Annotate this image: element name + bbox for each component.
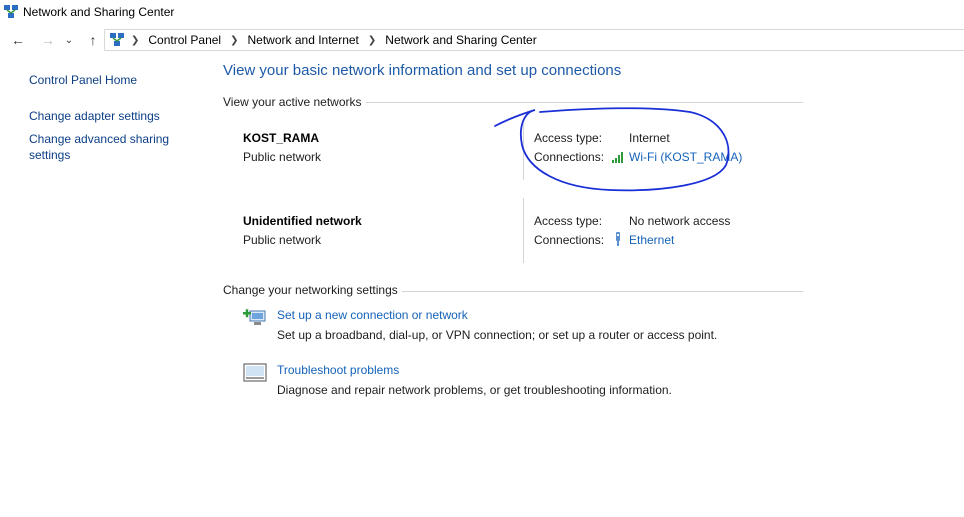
- chevron-down-icon: ⌄: [64, 34, 74, 46]
- access-type-label: Access type:: [534, 131, 603, 145]
- title-bar: Network and Sharing Center: [0, 0, 964, 26]
- breadcrumb: ❯ Control Panel ❯ Network and Internet ❯…: [131, 33, 537, 47]
- access-type-value: Internet: [629, 131, 670, 145]
- sidebar-control-panel-home[interactable]: Control Panel Home: [29, 72, 209, 88]
- breadcrumb-control-panel[interactable]: Control Panel: [148, 33, 221, 47]
- network-name: KOST_RAMA: [243, 131, 320, 145]
- up-button[interactable]: ↑: [83, 30, 103, 50]
- chevron-right-icon[interactable]: ❯: [131, 35, 139, 46]
- address-bar: ← → ⌄ ↑ ❯ Control Panel ❯ Network and In…: [0, 27, 964, 53]
- page-title: View your basic network information and …: [223, 62, 622, 79]
- connections-label: Connections:: [534, 233, 605, 247]
- breadcrumb-network-and-sharing-center[interactable]: Network and Sharing Center: [385, 33, 536, 47]
- arrow-right-icon: →: [41, 32, 55, 48]
- troubleshoot-problems-description: Diagnose and repair network problems, or…: [277, 383, 672, 397]
- ethernet-connection-link[interactable]: Ethernet: [629, 233, 674, 247]
- divider: [523, 198, 524, 263]
- forward-button[interactable]: →: [38, 30, 58, 50]
- network-category[interactable]: Public network: [243, 233, 321, 247]
- troubleshoot-icon: [243, 363, 267, 382]
- arrow-left-icon: ←: [11, 32, 25, 48]
- ethernet-icon: [616, 232, 620, 246]
- recent-locations-button[interactable]: ⌄: [62, 30, 76, 50]
- network-category[interactable]: Public network: [243, 150, 321, 164]
- active-networks-header: View your active networks: [223, 95, 362, 109]
- connections-label: Connections:: [534, 150, 605, 164]
- setup-new-connection-link[interactable]: Set up a new connection or network: [277, 308, 468, 322]
- window-title: Network and Sharing Center: [23, 5, 175, 19]
- divider: [402, 291, 803, 292]
- back-button[interactable]: ←: [8, 30, 28, 50]
- troubleshoot-problems-link[interactable]: Troubleshoot problems: [277, 363, 399, 377]
- network-name: Unidentified network: [243, 214, 362, 228]
- divider: [366, 102, 803, 103]
- access-type-value: No network access: [629, 214, 731, 228]
- divider: [523, 124, 524, 180]
- setup-new-connection-description: Set up a broadband, dial-up, or VPN conn…: [277, 328, 718, 342]
- chevron-right-icon[interactable]: ❯: [230, 35, 238, 46]
- networking-settings-header: Change your networking settings: [223, 283, 398, 297]
- address-field[interactable]: ❯ Control Panel ❯ Network and Internet ❯…: [104, 29, 964, 51]
- access-type-label: Access type:: [534, 214, 603, 228]
- chevron-right-icon[interactable]: ❯: [368, 35, 376, 46]
- control-panel-icon: [110, 33, 124, 46]
- wifi-connection-link[interactable]: Wi-Fi (KOST_RAMA): [629, 150, 742, 164]
- arrow-up-icon: ↑: [89, 32, 97, 48]
- network-center-icon: [4, 5, 18, 18]
- wifi-signal-icon: [612, 152, 623, 163]
- new-connection-icon: [243, 309, 266, 325]
- sidebar-change-adapter-settings[interactable]: Change adapter settings: [29, 108, 209, 124]
- sidebar: Control Panel Home Change adapter settin…: [29, 72, 209, 183]
- sidebar-change-advanced-sharing-settings[interactable]: Change advanced sharing settings: [29, 131, 179, 163]
- breadcrumb-network-and-internet[interactable]: Network and Internet: [248, 33, 359, 47]
